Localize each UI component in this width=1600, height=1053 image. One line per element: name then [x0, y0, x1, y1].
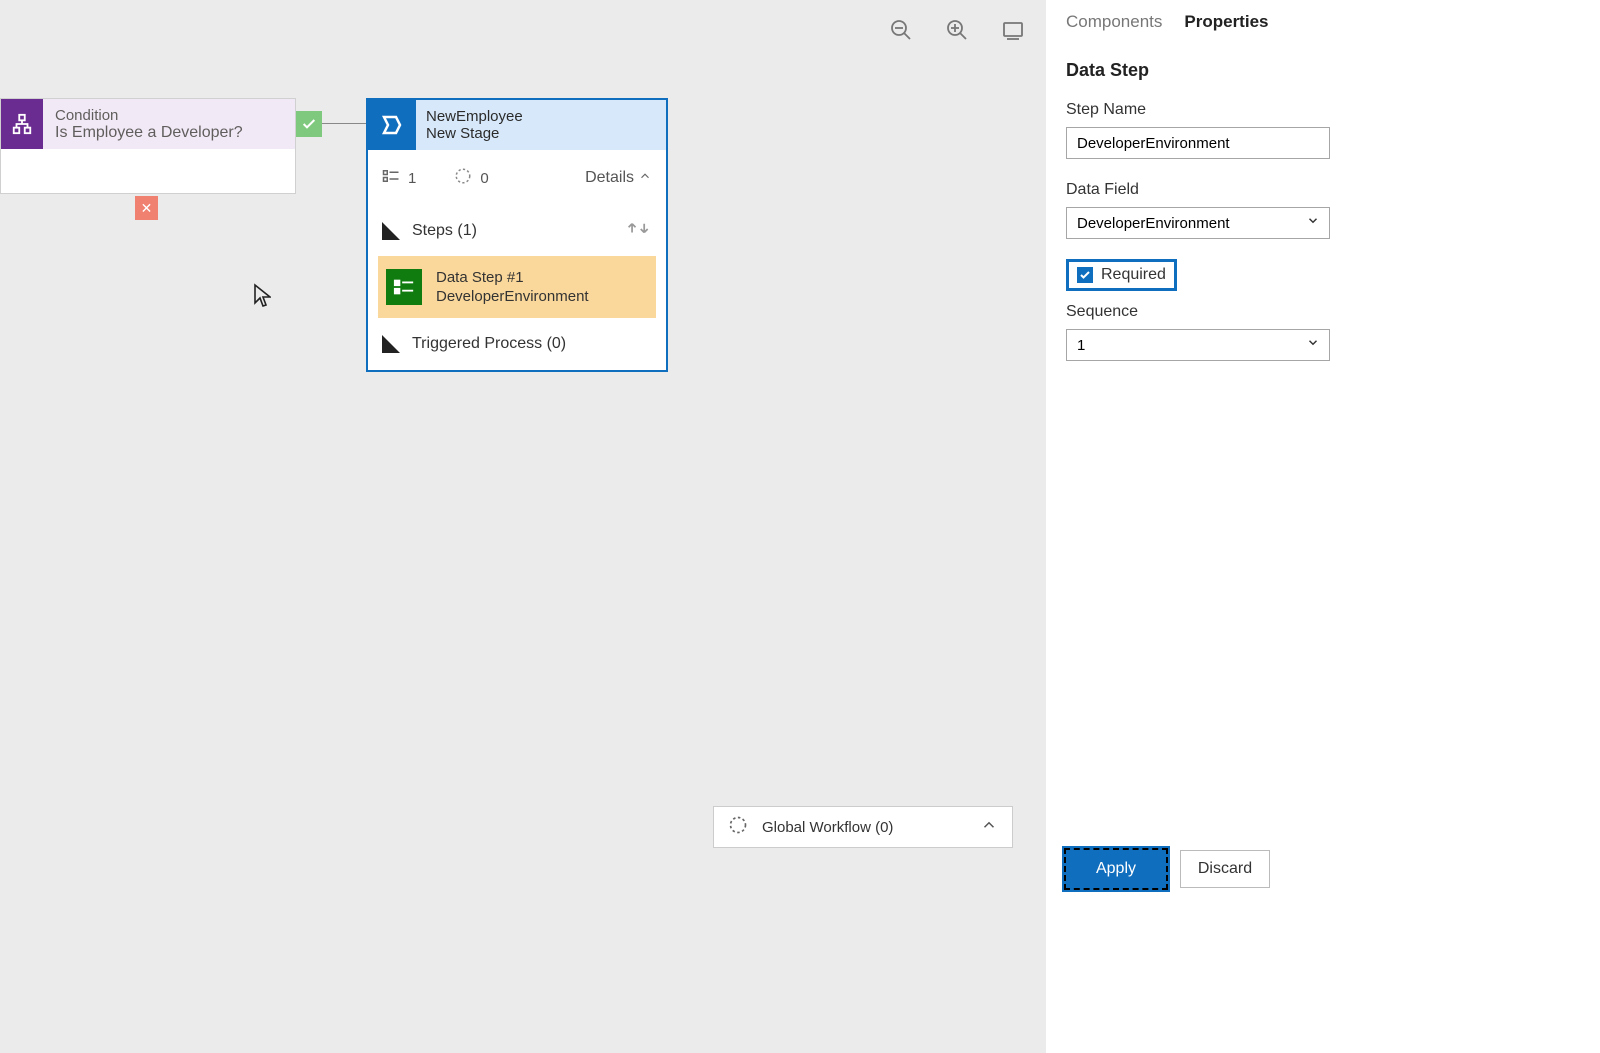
panel-footer: Apply Discard: [1066, 850, 1270, 888]
condition-header: Condition Is Employee a Developer?: [1, 99, 295, 149]
data-step-title: Data Step #1: [436, 268, 589, 288]
stage-header: NewEmployee New Stage: [368, 100, 666, 150]
fields-count: 1: [408, 170, 416, 187]
condition-card[interactable]: Condition Is Employee a Developer?: [0, 98, 296, 194]
global-workflow-label: Global Workflow (0): [762, 819, 893, 836]
cursor-icon: [253, 283, 271, 314]
stage-meta-row: 1 0 Details: [368, 150, 666, 206]
step-name-label: Step Name: [1066, 101, 1330, 119]
discard-button[interactable]: Discard: [1180, 850, 1270, 888]
data-step-field: DeveloperEnvironment: [436, 287, 589, 307]
connector-line: [322, 123, 366, 124]
fields-icon: [382, 169, 400, 187]
stage-entity-label: NewEmployee: [426, 108, 523, 125]
stage-icon: [368, 100, 416, 150]
data-field-select[interactable]: [1066, 207, 1330, 239]
trigger-label: Triggered Process (0): [412, 335, 566, 353]
chevron-up-icon: [638, 169, 652, 188]
branch-no-marker[interactable]: ✕: [135, 196, 158, 220]
condition-type-label: Condition: [55, 107, 243, 124]
collapse-icon: [382, 335, 400, 353]
data-step-row[interactable]: Data Step #1 DeveloperEnvironment: [378, 256, 656, 318]
chevron-up-icon[interactable]: [980, 816, 998, 838]
workflow-icon: [728, 815, 748, 839]
tab-properties[interactable]: Properties: [1184, 12, 1268, 32]
panel-extension: [1350, 0, 1600, 1053]
required-label: Required: [1101, 266, 1166, 284]
global-workflow-bar[interactable]: Global Workflow (0): [713, 806, 1013, 848]
properties-panel: Components Properties Data Step Step Nam…: [1046, 0, 1350, 1053]
panel-tabs: Components Properties: [1066, 12, 1330, 32]
collapse-icon[interactable]: [382, 222, 400, 240]
sequence-select[interactable]: [1066, 329, 1330, 361]
zoom-in-icon[interactable]: [945, 18, 969, 47]
step-name-input[interactable]: [1066, 127, 1330, 159]
steps-bar: Steps (1): [368, 206, 666, 256]
steps-label: Steps (1): [412, 222, 477, 240]
tab-components[interactable]: Components: [1066, 12, 1162, 32]
stage-card[interactable]: NewEmployee New Stage 1 0: [366, 98, 668, 372]
data-field-label: Data Field: [1066, 181, 1330, 199]
branch-yes-marker[interactable]: [296, 111, 322, 137]
workflow-count: 0: [480, 170, 488, 187]
workflow-icon: [454, 167, 472, 189]
condition-icon: [1, 99, 43, 149]
triggered-process-row[interactable]: Triggered Process (0): [368, 318, 666, 370]
apply-button[interactable]: Apply: [1066, 850, 1166, 888]
condition-name-label: Is Employee a Developer?: [55, 124, 243, 142]
zoom-out-icon[interactable]: [889, 18, 913, 47]
data-step-icon: [386, 269, 422, 305]
reorder-arrows-icon[interactable]: [626, 220, 652, 243]
stage-name-label: New Stage: [426, 125, 523, 142]
checkbox-checked-icon: [1077, 267, 1093, 283]
panel-section-title: Data Step: [1066, 60, 1330, 81]
details-toggle[interactable]: Details: [585, 169, 652, 188]
designer-canvas[interactable]: Condition Is Employee a Developer? ✕ New…: [0, 0, 1050, 1053]
sequence-label: Sequence: [1066, 303, 1330, 321]
required-checkbox-row[interactable]: Required: [1066, 259, 1177, 291]
zoom-toolbar: [889, 18, 1025, 47]
fit-screen-icon[interactable]: [1001, 18, 1025, 47]
